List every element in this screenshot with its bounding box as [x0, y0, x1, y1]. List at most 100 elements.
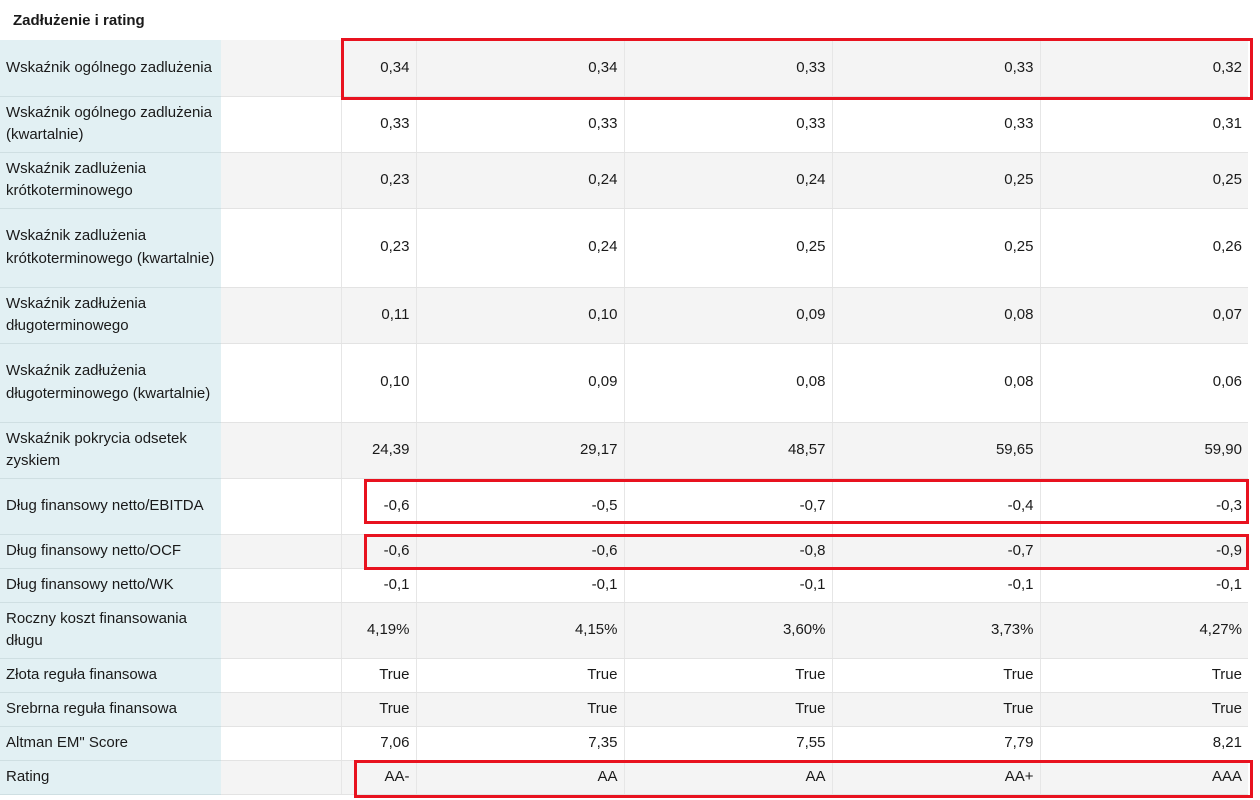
value-cell: -0,1 [1039, 568, 1248, 603]
value-cell: -0,6 [340, 534, 416, 569]
value-cell: 29,17 [415, 422, 624, 479]
value-cell: 0,25 [831, 208, 1040, 288]
spacer-cell [221, 534, 341, 569]
value-cell: 0,25 [1039, 152, 1248, 209]
value-cell: 0,23 [340, 208, 416, 288]
table-row: Rating AA- AA AA AA+ AAA [0, 760, 1248, 795]
section-title: Zadłużenie i rating [0, 0, 1260, 40]
spacer-cell [221, 96, 341, 153]
value-cell: -0,7 [623, 478, 832, 535]
value-cell: AA [415, 760, 624, 795]
value-cell: -0,1 [415, 568, 624, 603]
value-cell: 0,07 [1039, 287, 1248, 344]
value-cell: 8,21 [1039, 726, 1248, 761]
value-cell: True [340, 658, 416, 693]
table-row: Złota reguła finansowa True True True Tr… [0, 658, 1248, 693]
table-row: Wskaźnik ogólnego zadlużenia (kwartalnie… [0, 96, 1248, 153]
value-cell: 0,31 [1039, 96, 1248, 153]
value-cell: AAA [1039, 760, 1248, 795]
table-row: Wskaźnik zadlużenia krótkoterminowego (k… [0, 208, 1248, 288]
table-row: Wskaźnik ogólnego zadlużenia 0,34 0,34 0… [0, 40, 1248, 97]
value-cell: AA+ [831, 760, 1040, 795]
value-cell: 24,39 [340, 422, 416, 479]
value-cell: 0,24 [415, 208, 624, 288]
value-cell: 7,06 [340, 726, 416, 761]
value-cell: 48,57 [623, 422, 832, 479]
value-cell: True [831, 692, 1040, 727]
table-row: Dług finansowy netto/OCF -0,6 -0,6 -0,8 … [0, 534, 1248, 569]
value-cell: True [415, 692, 624, 727]
row-label: Dług finansowy netto/WK [0, 568, 221, 603]
row-label: Wskaźnik ogólnego zadlużenia [0, 40, 221, 97]
value-cell: 4,15% [415, 602, 624, 659]
spacer-cell [221, 602, 341, 659]
spacer-cell [221, 208, 341, 288]
value-cell: 0,33 [340, 96, 416, 153]
spacer-cell [221, 658, 341, 693]
value-cell: -0,5 [415, 478, 624, 535]
row-label: Altman EM" Score [0, 726, 221, 761]
value-cell: -0,7 [831, 534, 1040, 569]
spacer-cell [221, 343, 341, 423]
row-label: Wskaźnik zadlużenia krótkoterminowego [0, 152, 221, 209]
value-cell: 7,35 [415, 726, 624, 761]
value-cell: 0,26 [1039, 208, 1248, 288]
value-cell: 3,60% [623, 602, 832, 659]
row-label: Dług finansowy netto/OCF [0, 534, 221, 569]
value-cell: -0,1 [340, 568, 416, 603]
value-cell: 0,08 [623, 343, 832, 423]
value-cell: 0,11 [340, 287, 416, 344]
row-label: Wskaźnik zadłużenia długoterminowego (kw… [0, 343, 221, 423]
value-cell: 7,79 [831, 726, 1040, 761]
value-cell: 3,73% [831, 602, 1040, 659]
table-row: Altman EM" Score 7,06 7,35 7,55 7,79 8,2… [0, 726, 1248, 761]
row-label: Roczny koszt finansowania długu [0, 602, 221, 659]
table-row: Dług finansowy netto/WK -0,1 -0,1 -0,1 -… [0, 568, 1248, 603]
value-cell: 0,10 [415, 287, 624, 344]
value-cell: 0,09 [623, 287, 832, 344]
value-cell: True [415, 658, 624, 693]
value-cell: 0,23 [340, 152, 416, 209]
value-cell: 0,33 [623, 96, 832, 153]
spacer-cell [221, 40, 341, 97]
spacer-cell [221, 692, 341, 727]
value-cell: -0,1 [623, 568, 832, 603]
row-label: Dług finansowy netto/EBITDA [0, 478, 221, 535]
row-label: Wskaźnik ogólnego zadlużenia (kwartalnie… [0, 96, 221, 153]
value-cell: 0,09 [415, 343, 624, 423]
value-cell: True [1039, 692, 1248, 727]
value-cell: 0,34 [415, 40, 624, 97]
value-cell: True [1039, 658, 1248, 693]
value-cell: -0,9 [1039, 534, 1248, 569]
table-row: Wskaźnik zadłużenia długoterminowego 0,1… [0, 287, 1248, 344]
value-cell: 0,33 [623, 40, 832, 97]
row-label: Wskaźnik pokrycia odsetek zyskiem [0, 422, 221, 479]
value-cell: 0,34 [340, 40, 416, 97]
value-cell: 0,08 [831, 343, 1040, 423]
value-cell: True [623, 658, 832, 693]
value-cell: 0,06 [1039, 343, 1248, 423]
value-cell: 0,24 [415, 152, 624, 209]
value-cell: 0,32 [1039, 40, 1248, 97]
spacer-cell [221, 422, 341, 479]
value-cell: 0,33 [831, 96, 1040, 153]
spacer-cell [221, 726, 341, 761]
table-row: Wskaźnik zadłużenia długoterminowego (kw… [0, 343, 1248, 423]
table-row: Roczny koszt finansowania długu 4,19% 4,… [0, 602, 1248, 659]
value-cell: 0,33 [831, 40, 1040, 97]
table-row: Dług finansowy netto/EBITDA -0,6 -0,5 -0… [0, 478, 1248, 535]
spacer-cell [221, 478, 341, 535]
table-row: Wskaźnik pokrycia odsetek zyskiem 24,39 … [0, 422, 1248, 479]
value-cell: 7,55 [623, 726, 832, 761]
row-label: Wskaźnik zadlużenia krótkoterminowego (k… [0, 208, 221, 288]
value-cell: -0,1 [831, 568, 1040, 603]
spacer-cell [221, 760, 341, 795]
value-cell: 59,65 [831, 422, 1040, 479]
value-cell: 0,25 [623, 208, 832, 288]
table-row: Wskaźnik zadlużenia krótkoterminowego 0,… [0, 152, 1248, 209]
value-cell: 0,10 [340, 343, 416, 423]
spacer-cell [221, 152, 341, 209]
value-cell: 0,25 [831, 152, 1040, 209]
value-cell: -0,6 [415, 534, 624, 569]
value-cell: 0,24 [623, 152, 832, 209]
